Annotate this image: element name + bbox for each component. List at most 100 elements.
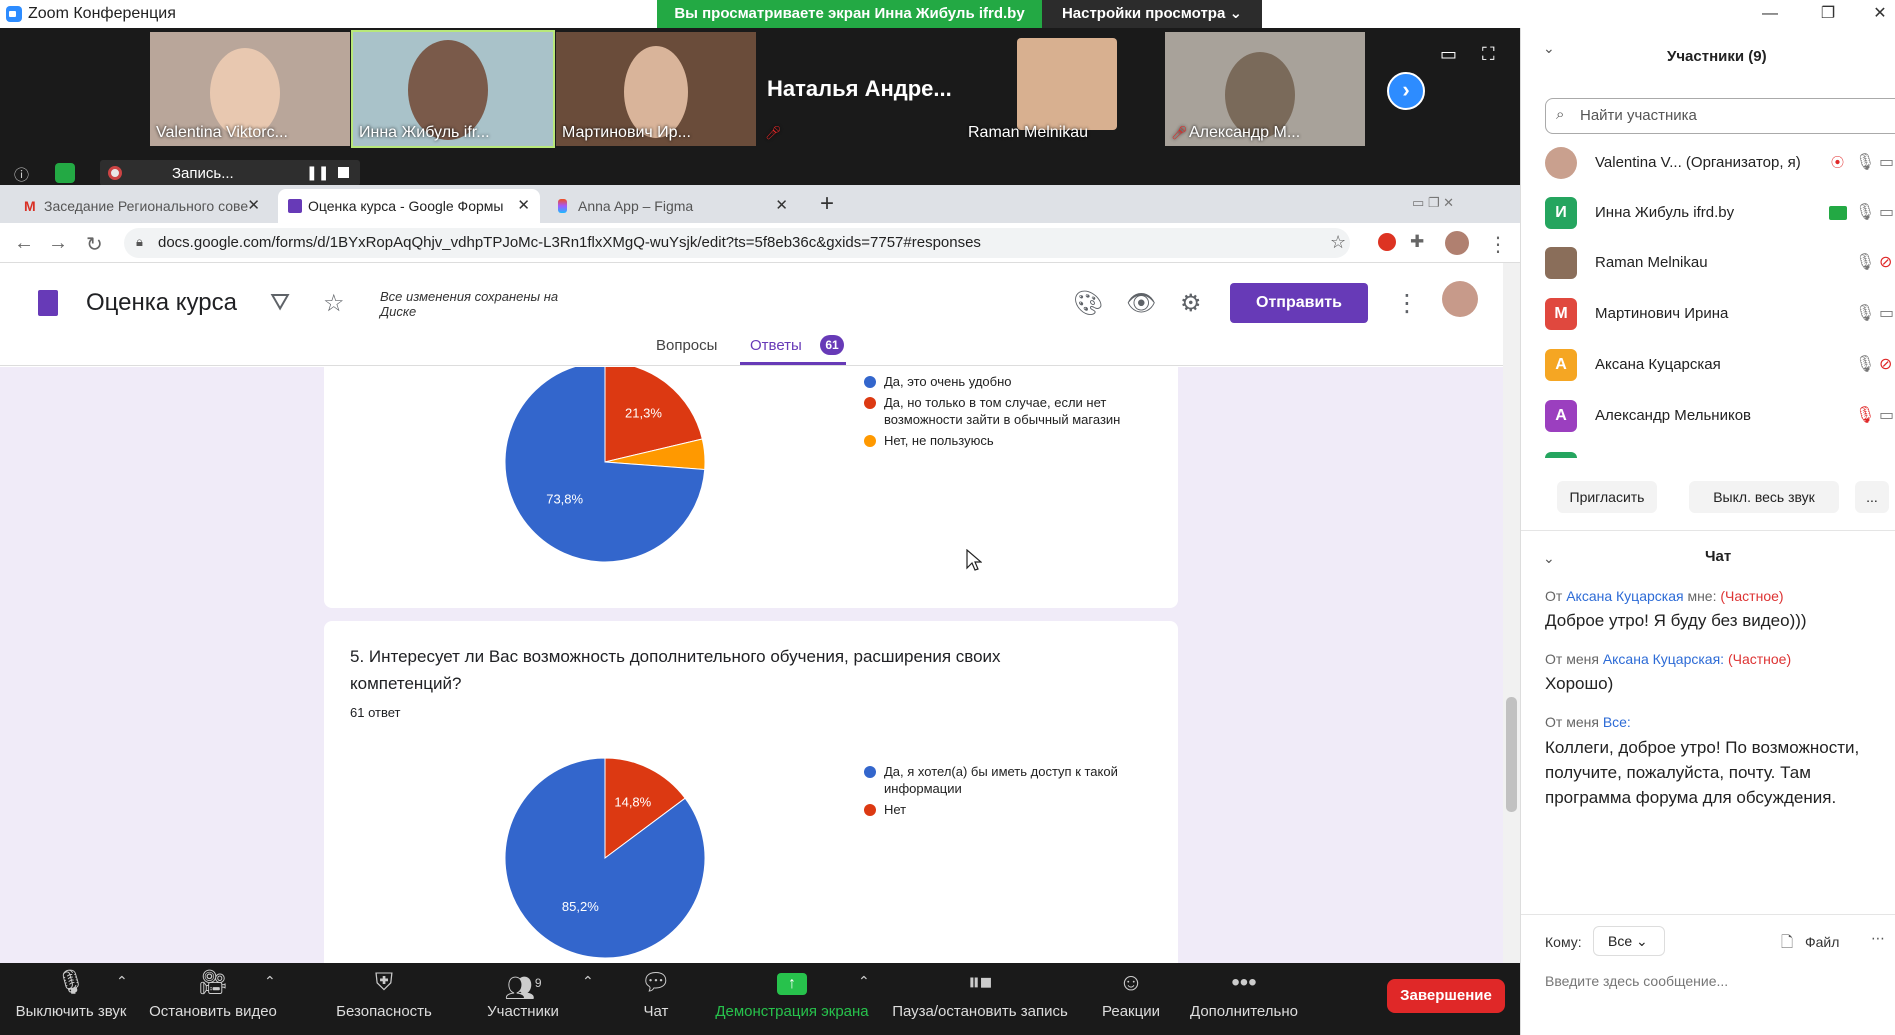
close-tab-icon[interactable]: ✕ bbox=[517, 189, 530, 223]
participants-more-button[interactable]: ... bbox=[1855, 481, 1889, 513]
security-shield-icon: ⛨ bbox=[375, 969, 393, 996]
participant-row[interactable]: М Мартинович Ирина 🎙︎ ▭ bbox=[1545, 295, 1895, 335]
mic-icon: 🎙︎ bbox=[1855, 204, 1876, 221]
tab-bar: M Заседание Регионального сове ✕ Оценка … bbox=[0, 185, 1520, 223]
mic-icon: 🎙︎ bbox=[1855, 154, 1876, 171]
close-tab-icon[interactable]: ✕ bbox=[247, 189, 260, 223]
window-title: Zoom Конференция bbox=[28, 5, 176, 22]
address-bar: ← → ↻ 🔒︎ docs.google.com/forms/d/1BYxRop… bbox=[0, 223, 1520, 263]
video-tile[interactable]: Наталья Андре... 🎤︎ bbox=[759, 32, 959, 146]
video-tile[interactable]: Инна Жибуль ifr... bbox=[351, 30, 555, 148]
video-tile[interactable]: Raman Melnikau bbox=[962, 32, 1162, 146]
chat-bubble-icon: 💬︎ bbox=[640, 969, 672, 996]
minimize-icon[interactable]: — bbox=[1750, 4, 1790, 24]
close-window-icon[interactable]: ✕ bbox=[1860, 4, 1895, 24]
smiley-icon: ☺ bbox=[1118, 969, 1144, 996]
tab-forms[interactable]: Оценка курса - Google Формы ✕ bbox=[278, 189, 540, 223]
reload-icon[interactable]: ↻ bbox=[86, 232, 103, 257]
participant-row[interactable]: И Инна Жибуль ifrd.by 🎙︎ ▭ bbox=[1545, 194, 1895, 234]
layout-toggle-icon[interactable]: ▭ bbox=[1440, 44, 1457, 64]
next-page-icon[interactable]: › bbox=[1387, 72, 1425, 110]
page-scrollbar[interactable] bbox=[1503, 263, 1520, 963]
participant-row[interactable]: Raman Melnikau 🎙︎ ⊘ bbox=[1545, 244, 1895, 284]
fullscreen-icon[interactable]: ⛶ bbox=[1482, 44, 1495, 64]
recipient-select[interactable]: Все ⌄ bbox=[1593, 926, 1665, 956]
forward-icon[interactable]: → bbox=[48, 232, 68, 255]
info-icon[interactable]: ⓘ bbox=[14, 164, 29, 185]
more-vert-icon[interactable]: ⋮ bbox=[1395, 289, 1419, 318]
participant-search-input[interactable]: ⌕ Найти участника bbox=[1545, 98, 1895, 134]
chat-button[interactable]: 💬︎ Чат bbox=[626, 963, 686, 1035]
account-avatar[interactable] bbox=[1442, 281, 1478, 317]
maximize-icon[interactable]: ❐ bbox=[1808, 4, 1848, 24]
participant-row[interactable]: А Аксана Куцарская 🎙︎ ⊘ bbox=[1545, 346, 1895, 386]
legend-swatch bbox=[864, 397, 876, 409]
chat-prefix: От меня bbox=[1545, 714, 1599, 730]
chat-sender[interactable]: Аксана Куцарская: bbox=[1603, 651, 1724, 667]
invite-button[interactable]: Пригласить bbox=[1557, 481, 1657, 513]
preview-eye-icon[interactable]: 👁︎ bbox=[1126, 289, 1156, 318]
participants-button[interactable]: 👥︎9 Участники bbox=[478, 963, 568, 1035]
star-icon[interactable]: ☆ bbox=[323, 289, 345, 318]
share-screen-button[interactable]: ↑ Демонстрация экрана bbox=[712, 963, 872, 1035]
legend-swatch bbox=[864, 435, 876, 447]
scrollbar-thumb[interactable] bbox=[1506, 697, 1517, 812]
extension-icon[interactable] bbox=[1378, 233, 1396, 251]
chat-message-input[interactable]: Введите здесь сообщение... bbox=[1545, 973, 1728, 989]
question-card-5: 5. Интересует ли Вас возможность дополни… bbox=[324, 621, 1178, 963]
forms-logo-icon[interactable] bbox=[38, 290, 58, 316]
more-button[interactable]: ••• Дополнительно bbox=[1184, 963, 1304, 1035]
video-options-caret-icon[interactable]: ⌃ bbox=[264, 973, 276, 990]
tab-figma[interactable]: Anna App – Figma ✕ bbox=[548, 189, 798, 223]
move-to-folder-icon[interactable]: ⛛ bbox=[270, 289, 290, 317]
close-tab-icon[interactable]: ✕ bbox=[775, 189, 788, 223]
view-settings-button[interactable]: Настройки просмотра ⌄ bbox=[1042, 0, 1262, 28]
chat-more-icon[interactable]: ⋯ bbox=[1871, 930, 1885, 947]
profile-avatar[interactable] bbox=[1445, 231, 1469, 255]
browser-menu-icon[interactable]: ⋮ bbox=[1488, 232, 1508, 257]
file-icon[interactable]: 🗋 bbox=[1781, 932, 1793, 957]
mute-all-button[interactable]: Выкл. весь звук bbox=[1689, 481, 1839, 513]
video-tile[interactable]: 🎤︎Александр М... bbox=[1165, 32, 1365, 146]
puzzle-icon[interactable]: ✚ bbox=[1410, 232, 1424, 252]
pause-icon[interactable]: ❚❚ bbox=[306, 164, 329, 181]
shield-icon[interactable] bbox=[55, 163, 75, 183]
window-controls-icon[interactable]: ▭ ❐ ✕ bbox=[1412, 195, 1454, 211]
file-button[interactable]: Файл bbox=[1805, 934, 1839, 950]
camera-icon: ▭ bbox=[1879, 305, 1895, 322]
url-field[interactable]: 🔒︎ docs.google.com/forms/d/1BYxRopAqQhjv… bbox=[124, 228, 1350, 258]
video-tile[interactable]: Valentina Viktorc... bbox=[150, 32, 350, 146]
participant-row[interactable]: Valentina V... (Организатор, я) ⦿ 🎙︎ ▭ bbox=[1545, 144, 1895, 184]
chat-message-text: Доброе утро! Я буду без видео))) bbox=[1545, 611, 1807, 630]
reactions-button[interactable]: ☺ Реакции bbox=[1096, 963, 1166, 1035]
participants-caret-icon[interactable]: ⌃ bbox=[582, 973, 594, 990]
pause-stop-recording-button[interactable]: ⏸︎⏹︎ Пауза/остановить запись bbox=[888, 963, 1072, 1035]
tab-questions[interactable]: Вопросы bbox=[656, 337, 717, 354]
participant-row[interactable]: А Александр Мельников 🎙︎ ▭ bbox=[1545, 397, 1895, 437]
audio-options-caret-icon[interactable]: ⌃ bbox=[116, 973, 128, 990]
participants-count: 9 bbox=[534, 976, 542, 990]
back-icon[interactable]: ← bbox=[14, 232, 34, 255]
share-caret-icon[interactable]: ⌃ bbox=[858, 973, 870, 990]
legend-item: Нет, не пользуюсь bbox=[864, 432, 1134, 449]
collapse-chat-icon[interactable]: ⌄ bbox=[1543, 550, 1555, 567]
send-button[interactable]: Отправить bbox=[1230, 283, 1368, 323]
settings-gear-icon[interactable]: ⚙ bbox=[1180, 289, 1202, 318]
chat-sender[interactable]: Аксана Куцарская bbox=[1566, 588, 1683, 604]
chat-sender[interactable]: Все: bbox=[1603, 714, 1631, 730]
tab-gmail[interactable]: M Заседание Регионального сове ✕ bbox=[14, 189, 270, 223]
form-title[interactable]: Оценка курса bbox=[86, 289, 237, 317]
stop-video-button[interactable]: 🎥︎ Остановить видео bbox=[146, 963, 280, 1035]
chat-private-tag: (Частное) bbox=[1720, 588, 1784, 604]
new-tab-icon[interactable]: + bbox=[820, 190, 834, 218]
video-label: Остановить видео bbox=[149, 1003, 277, 1020]
tab-answers[interactable]: Ответы bbox=[750, 337, 802, 354]
chat-message-text: Коллеги, доброе утро! По возможности, по… bbox=[1545, 738, 1860, 807]
collapse-participants-icon[interactable]: ⌄ bbox=[1543, 40, 1555, 57]
palette-icon[interactable]: 🎨︎ bbox=[1073, 289, 1103, 318]
bookmark-star-icon[interactable]: ☆ bbox=[1330, 232, 1346, 253]
security-button[interactable]: ⛨ Безопасность bbox=[326, 963, 442, 1035]
end-meeting-button[interactable]: Завершение bbox=[1387, 979, 1505, 1013]
video-tile[interactable]: Мартинович Ир... bbox=[556, 32, 756, 146]
stop-icon[interactable] bbox=[338, 167, 349, 178]
